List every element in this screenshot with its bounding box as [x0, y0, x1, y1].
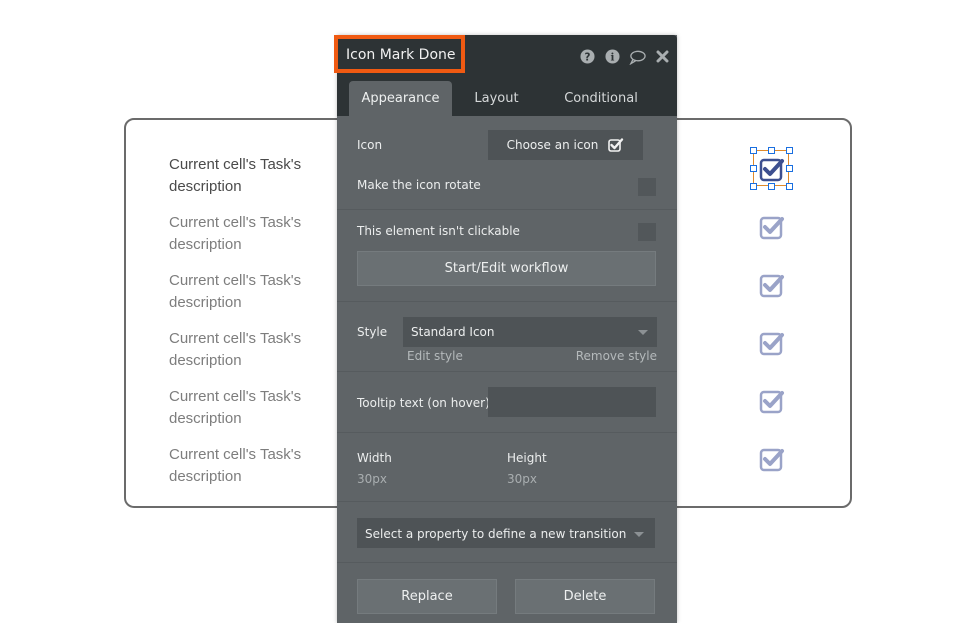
tab-appearance[interactable]: Appearance — [349, 81, 452, 116]
chevron-down-icon — [634, 532, 644, 537]
resize-handle[interactable] — [750, 147, 757, 154]
start-edit-workflow-button[interactable]: Start/Edit workflow — [357, 251, 656, 286]
width-label: Width — [357, 451, 392, 465]
panel-tabs: Appearance Layout Conditional — [349, 81, 661, 116]
element-name-box[interactable]: Icon Mark Done — [334, 35, 465, 73]
mark-done-icon[interactable] — [750, 147, 793, 190]
mark-done-icon[interactable] — [757, 328, 787, 358]
tab-layout[interactable]: Layout — [452, 81, 541, 116]
mark-done-icon[interactable] — [757, 444, 787, 474]
checkbox-checked-icon — [759, 390, 784, 414]
clickable-section: This element isn't clickable Start/Edit … — [337, 210, 677, 302]
resize-handle[interactable] — [750, 183, 757, 190]
resize-handle[interactable] — [768, 147, 775, 154]
svg-text:?: ? — [585, 51, 591, 63]
resize-handle[interactable] — [768, 183, 775, 190]
size-section: Width 30px Height 30px — [337, 433, 677, 502]
not-clickable-label: This element isn't clickable — [357, 224, 520, 238]
task-description[interactable]: Current cell's Task's description — [169, 328, 329, 372]
selection-outline — [753, 150, 789, 186]
info-icon[interactable]: i — [604, 48, 621, 65]
not-clickable-checkbox[interactable] — [638, 223, 656, 241]
resize-handle[interactable] — [786, 147, 793, 154]
icon-label: Icon — [357, 138, 383, 152]
style-value: Standard Icon — [411, 325, 495, 339]
resize-handle[interactable] — [786, 183, 793, 190]
tooltip-section: Tooltip text (on hover) — [337, 372, 677, 433]
checkbox-checked-icon — [759, 448, 784, 472]
property-editor-panel: Icon Mark Done ? i Appearance Layout Con… — [334, 35, 677, 623]
style-section: Style Standard Icon Edit style Remove st… — [337, 302, 677, 372]
icon-section: Icon Choose an icon Make the icon rotate — [337, 116, 677, 210]
tooltip-label: Tooltip text (on hover) — [357, 396, 490, 410]
task-description[interactable]: Current cell's Task's description — [169, 154, 329, 198]
chevron-down-icon — [638, 330, 648, 335]
checkbox-checked-icon — [759, 274, 784, 298]
resize-handle[interactable] — [786, 165, 793, 172]
style-dropdown[interactable]: Standard Icon — [403, 317, 657, 347]
task-description[interactable]: Current cell's Task's description — [169, 386, 329, 430]
checkbox-checked-icon — [759, 216, 784, 240]
rotate-checkbox[interactable] — [638, 178, 656, 196]
transition-placeholder: Select a property to define a new transi… — [365, 527, 627, 541]
svg-text:i: i — [611, 52, 615, 64]
height-label: Height — [507, 451, 547, 465]
rotate-label: Make the icon rotate — [357, 178, 481, 192]
width-value: 30px — [357, 472, 387, 486]
style-label: Style — [357, 325, 388, 339]
tooltip-input[interactable] — [488, 387, 656, 417]
height-value: 30px — [507, 472, 537, 486]
mark-done-icon[interactable] — [757, 270, 787, 300]
close-icon[interactable] — [654, 48, 671, 65]
checkbox-checked-icon — [759, 332, 784, 356]
edit-style-link[interactable]: Edit style — [407, 349, 463, 363]
task-description[interactable]: Current cell's Task's description — [169, 270, 329, 314]
element-name[interactable]: Icon Mark Done — [346, 47, 456, 63]
checkbox-checked-icon — [608, 138, 624, 152]
transition-dropdown[interactable]: Select a property to define a new transi… — [357, 518, 655, 548]
delete-button[interactable]: Delete — [515, 579, 655, 614]
panel-header[interactable]: Icon Mark Done ? i Appearance Layout Con… — [334, 35, 677, 116]
resize-handle[interactable] — [750, 165, 757, 172]
help-icon[interactable]: ? — [579, 48, 596, 65]
replace-button[interactable]: Replace — [357, 579, 497, 614]
mark-done-icon[interactable] — [757, 212, 787, 242]
transition-section: Select a property to define a new transi… — [337, 502, 677, 563]
mark-done-icon[interactable] — [757, 386, 787, 416]
comment-icon[interactable] — [629, 48, 646, 65]
tab-conditional[interactable]: Conditional — [541, 81, 661, 116]
task-description[interactable]: Current cell's Task's description — [169, 212, 329, 256]
task-description[interactable]: Current cell's Task's description — [169, 444, 329, 488]
remove-style-link[interactable]: Remove style — [576, 349, 657, 363]
choose-icon-label: Choose an icon — [506, 138, 599, 152]
choose-icon-button[interactable]: Choose an icon — [488, 130, 643, 160]
